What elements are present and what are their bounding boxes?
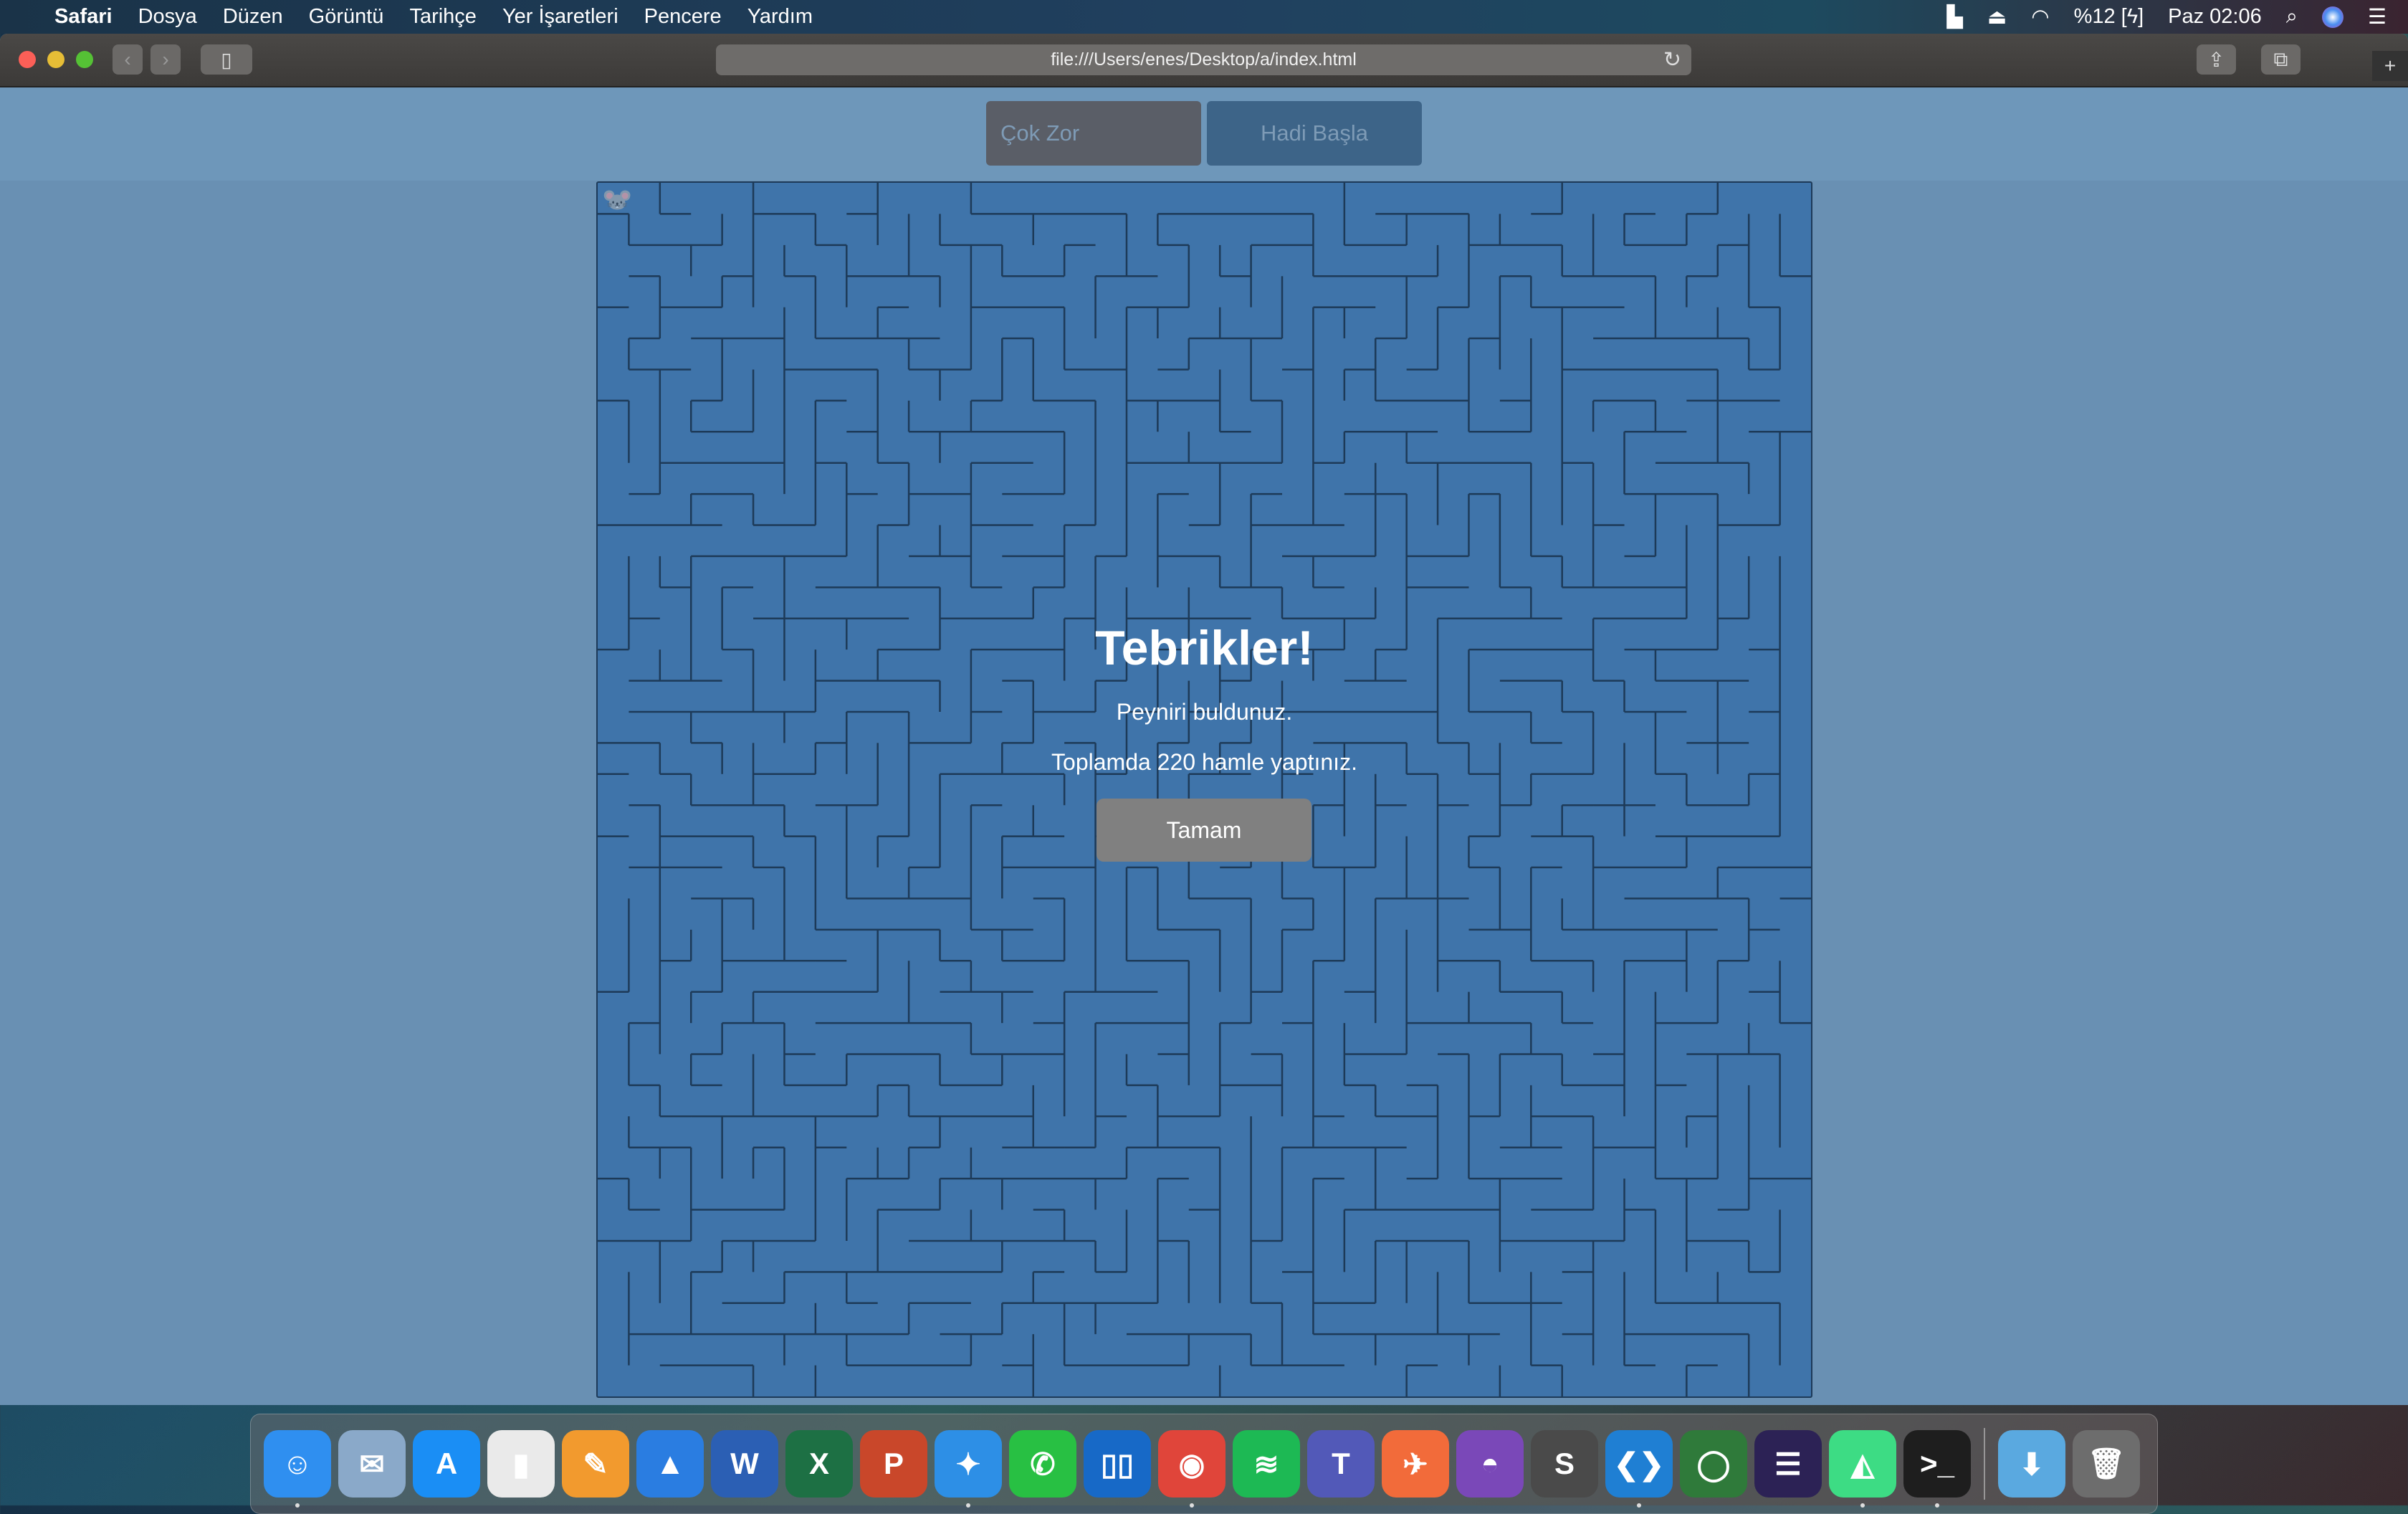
- running-indicator: [1190, 1503, 1194, 1508]
- menu-duzen[interactable]: Düzen: [223, 5, 283, 29]
- ok-button[interactable]: Tamam: [1096, 799, 1312, 862]
- reload-icon[interactable]: ↻: [1663, 47, 1681, 72]
- dock-vscode-icon[interactable]: ❮❯: [1605, 1430, 1673, 1508]
- clock[interactable]: Paz 02:06: [2168, 5, 2262, 29]
- share-icon[interactable]: ⇪: [2197, 44, 2236, 75]
- display-icon[interactable]: ▙: [1947, 4, 1963, 29]
- dock-keynote-icon[interactable]: ▲: [636, 1430, 704, 1498]
- dock-powerpoint-icon[interactable]: P: [860, 1430, 927, 1498]
- running-indicator: [295, 1503, 300, 1508]
- menu-pencere[interactable]: Pencere: [644, 5, 722, 29]
- dock: ☺ ✉ A ▮ ✎ ▲ W X P ✦ ✆ ▯▯ ◉ ≋ T ✈ ◓ S ❮❯ ◯ ☰ ◭ >_ ⬇ 🗑: [250, 1414, 2158, 1514]
- running-indicator: [1860, 1503, 1865, 1508]
- battery-charging-icon: [ϟ]: [2121, 5, 2144, 28]
- back-button[interactable]: ‹: [113, 44, 143, 75]
- forward-button[interactable]: ›: [150, 44, 181, 75]
- dock-chrome-icon[interactable]: ◉: [1158, 1430, 1226, 1508]
- menu-goruntu[interactable]: Görüntü: [309, 5, 384, 29]
- dock-postman-icon[interactable]: ✈: [1382, 1430, 1449, 1498]
- dock-excel-icon[interactable]: X: [785, 1430, 853, 1498]
- dock-word-icon[interactable]: W: [711, 1430, 778, 1498]
- dock-pages-icon[interactable]: ✎: [562, 1430, 629, 1498]
- running-indicator: [1935, 1503, 1939, 1508]
- battery-percent: %12: [2073, 5, 2116, 28]
- url-text: file:///Users/enes/Desktop/a/index.html: [1051, 49, 1357, 70]
- dock-separator: [1984, 1428, 1985, 1500]
- dock-mail-icon[interactable]: ✉: [338, 1430, 406, 1498]
- spotlight-search-icon[interactable]: ⌕: [2286, 5, 2298, 29]
- start-button[interactable]: Hadi Başla: [1207, 101, 1422, 166]
- dock-github-desktop-icon[interactable]: ◓: [1456, 1430, 1524, 1498]
- menu-tarihce[interactable]: Tarihçe: [409, 5, 477, 29]
- dock-eclipse-icon[interactable]: ☰: [1754, 1430, 1822, 1498]
- new-tab-icon[interactable]: +: [2372, 51, 2408, 81]
- notification-center-icon[interactable]: ☰: [2368, 4, 2386, 29]
- siri-icon[interactable]: [2322, 6, 2344, 28]
- zoom-window-button[interactable]: [76, 51, 93, 68]
- menu-yer-isaretleri[interactable]: Yer İşaretleri: [502, 5, 618, 29]
- menu-dosya[interactable]: Dosya: [138, 5, 197, 29]
- success-dialog: Tebrikler! Peyniri buldunuz. Toplamda 22…: [596, 181, 1812, 1398]
- menu-bar: Safari Dosya Düzen Görüntü Tarihçe Yer İ…: [0, 0, 2408, 34]
- dock-numbers-icon[interactable]: ▮: [487, 1430, 555, 1498]
- dock-finder-icon[interactable]: ☺: [264, 1430, 331, 1508]
- minimize-window-button[interactable]: [47, 51, 64, 68]
- dialog-title: Tebrikler!: [1095, 621, 1314, 675]
- tabs-overview-icon[interactable]: ⧉: [2261, 44, 2300, 75]
- page-content: Çok Zor Hadi Başla 🐭 Tebrikler! Peyniri …: [0, 87, 2408, 1405]
- menu-app-safari[interactable]: Safari: [54, 5, 113, 29]
- dialog-move-count: Toplamda 220 hamle yaptınız.: [1051, 749, 1357, 775]
- menu-yardim[interactable]: Yardım: [747, 5, 813, 29]
- dock-spotify-icon[interactable]: ≋: [1233, 1430, 1300, 1498]
- dock-android-studio-icon[interactable]: ◭: [1829, 1430, 1896, 1508]
- dock-teams-icon[interactable]: T: [1307, 1430, 1375, 1498]
- close-window-button[interactable]: [19, 51, 36, 68]
- battery-status[interactable]: %12 [ϟ]: [2074, 5, 2144, 29]
- browser-toolbar: ‹ › ▯ file:///Users/enes/Desktop/a/index…: [0, 34, 2408, 87]
- wifi-icon[interactable]: ◠: [2031, 4, 2049, 29]
- dock-app-store-icon[interactable]: A: [413, 1430, 480, 1498]
- running-indicator: [1637, 1503, 1641, 1508]
- dock-trello-icon[interactable]: ▯▯: [1084, 1430, 1151, 1498]
- airplay-icon[interactable]: ⏏: [1987, 4, 2007, 29]
- dock-downloads-icon[interactable]: ⬇: [1998, 1430, 2065, 1498]
- dock-whatsapp-icon[interactable]: ✆: [1009, 1430, 1076, 1498]
- safari-window: ‹ › ▯ file:///Users/enes/Desktop/a/index…: [0, 34, 2408, 1405]
- dock-safari-icon[interactable]: ✦: [935, 1430, 1002, 1508]
- dialog-message: Peyniri buldunuz.: [1116, 699, 1293, 725]
- running-indicator: [966, 1503, 970, 1508]
- difficulty-select[interactable]: Çok Zor: [986, 101, 1201, 166]
- controls-bar: Çok Zor Hadi Başla: [0, 87, 2408, 181]
- dock-green-ring-app-icon[interactable]: ◯: [1680, 1430, 1747, 1498]
- sidebar-toggle-icon[interactable]: ▯: [201, 44, 252, 75]
- dock-terminal-icon[interactable]: >_: [1903, 1430, 1971, 1508]
- address-bar[interactable]: file:///Users/enes/Desktop/a/index.html …: [716, 44, 1691, 75]
- dock-trash-icon[interactable]: 🗑: [2073, 1430, 2140, 1498]
- dock-sublime-text-icon[interactable]: S: [1531, 1430, 1598, 1498]
